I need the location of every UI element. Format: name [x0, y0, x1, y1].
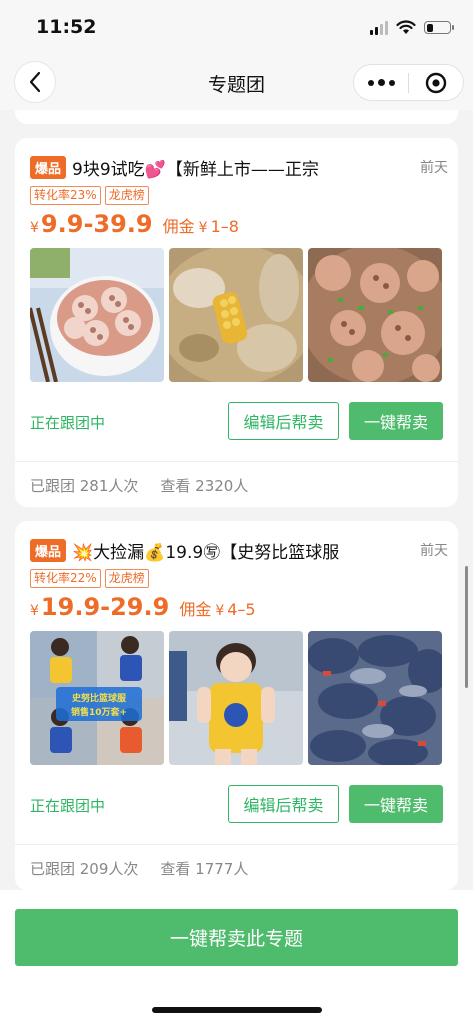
previous-card-edge: [15, 110, 458, 124]
wifi-icon: [396, 20, 416, 34]
one-click-sell-button[interactable]: 一键帮卖: [349, 402, 443, 440]
divider: [15, 461, 458, 462]
view-count: 查看 2320人: [160, 477, 249, 495]
mini-program-capsule: [353, 64, 464, 101]
product-images: 史努比篮球服 销售10万套+: [30, 631, 442, 765]
toddler-yellow-jersey-photo[interactable]: [169, 631, 303, 765]
product-title: 💥大捡漏💰19.9㊢【史努比篮球服: [72, 542, 340, 563]
status-bar: 11:52: [0, 0, 473, 54]
lotus-stew-photo[interactable]: [308, 248, 442, 382]
followed-count: 已跟团 281人次: [30, 477, 139, 495]
tags-row: 转化率22% 龙虎榜: [30, 569, 149, 588]
followed-count: 已跟团 209人次: [30, 860, 139, 878]
commission-symbol: ¥: [198, 220, 208, 236]
follow-status: 正在跟团中: [30, 797, 106, 815]
price-symbol: ¥: [30, 603, 39, 619]
ranking-tag: 龙虎榜: [104, 569, 149, 588]
one-click-sell-button[interactable]: 一键帮卖: [349, 785, 443, 823]
bottom-bar: 一键帮卖此专题: [0, 890, 473, 1024]
lotus-root-bowl-photo[interactable]: [30, 248, 164, 382]
commission-label: 佣金: [162, 217, 195, 236]
ranking-tag: 龙虎榜: [104, 186, 149, 205]
hot-badge: 爆品: [30, 538, 67, 562]
nav-bar: 专题团: [0, 54, 473, 110]
sell-whole-topic-button[interactable]: 一键帮卖此专题: [15, 909, 458, 966]
jersey-pile-photo[interactable]: [308, 631, 442, 765]
conversion-tag: 转化率22%: [30, 569, 101, 588]
image-overlay-line-2: 销售10万套+: [71, 706, 127, 718]
tags-row: 转化率23% 龙虎榜: [30, 186, 149, 205]
price-row: ¥ 9.9-39.9 佣金 ¥ 1–8: [30, 210, 239, 238]
post-time: 前天: [420, 160, 448, 176]
hot-badge: 爆品: [30, 155, 67, 179]
conversion-tag: 转化率23%: [30, 186, 101, 205]
commission-value: 4–5: [227, 600, 256, 619]
battery-icon: [424, 21, 454, 34]
image-overlay-line-1: 史努比篮球服: [72, 692, 127, 704]
status-time: 11:52: [36, 16, 97, 38]
lotus-soup-corn-photo[interactable]: [169, 248, 303, 382]
commission-symbol: ¥: [215, 603, 225, 619]
product-images: [30, 248, 442, 382]
edit-and-sell-button[interactable]: 编辑后帮卖: [228, 402, 339, 440]
price-row: ¥ 19.9-29.9 佣金 ¥ 4–5: [30, 593, 256, 621]
stats-row: 已跟团 281人次 查看 2320人: [30, 475, 248, 496]
card-title-row: 爆品 💥大捡漏💰19.9㊢【史努比篮球服 前天: [30, 537, 448, 563]
stats-row: 已跟团 209人次 查看 1777人: [30, 858, 248, 879]
price-value: 9.9-39.9: [40, 210, 153, 238]
more-dots-icon: [367, 79, 374, 86]
topic-list[interactable]: 爆品 9块9试吃💕【新鲜上市——正宗 前天 转化率23% 龙虎榜 ¥ 9.9-3…: [0, 110, 473, 890]
price-symbol: ¥: [30, 220, 39, 236]
commission-value: 1–8: [210, 217, 239, 236]
product-card[interactable]: 爆品 9块9试吃💕【新鲜上市——正宗 前天 转化率23% 龙虎榜 ¥ 9.9-3…: [15, 138, 458, 507]
price-value: 19.9-29.9: [40, 593, 170, 621]
status-icons: [370, 20, 454, 35]
close-button[interactable]: [409, 65, 463, 100]
signal-icon: [370, 20, 388, 35]
divider: [15, 844, 458, 845]
product-card[interactable]: 爆品 💥大捡漏💰19.9㊢【史努比篮球服 前天 转化率22% 龙虎榜 ¥ 19.…: [15, 521, 458, 890]
more-button[interactable]: [354, 65, 408, 100]
scrollbar[interactable]: [465, 566, 468, 688]
home-indicator[interactable]: [152, 1007, 322, 1013]
card-title-row: 爆品 9块9试吃💕【新鲜上市——正宗 前天: [30, 154, 448, 180]
product-title: 9块9试吃💕【新鲜上市——正宗: [72, 159, 319, 180]
target-circle-icon: [425, 72, 447, 93]
view-count: 查看 1777人: [160, 860, 249, 878]
edit-and-sell-button[interactable]: 编辑后帮卖: [228, 785, 339, 823]
follow-status: 正在跟团中: [30, 414, 106, 432]
kids-basketball-jersey-collage-photo[interactable]: 史努比篮球服 销售10万套+: [30, 631, 164, 765]
post-time: 前天: [420, 543, 448, 559]
commission-label: 佣金: [179, 600, 212, 619]
